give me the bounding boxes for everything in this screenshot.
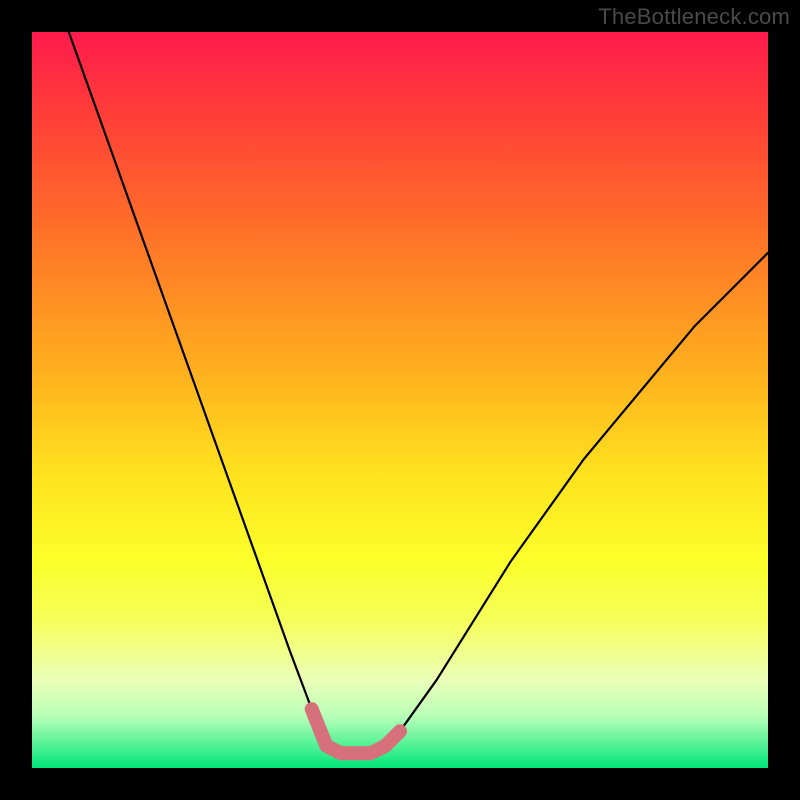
bottleneck-curve-path	[69, 32, 768, 753]
curve-layer	[32, 32, 768, 768]
minimum-band-path	[312, 709, 400, 753]
plot-area	[32, 32, 768, 768]
chart-frame: TheBottleneck.com	[0, 0, 800, 800]
watermark-text: TheBottleneck.com	[598, 4, 790, 30]
